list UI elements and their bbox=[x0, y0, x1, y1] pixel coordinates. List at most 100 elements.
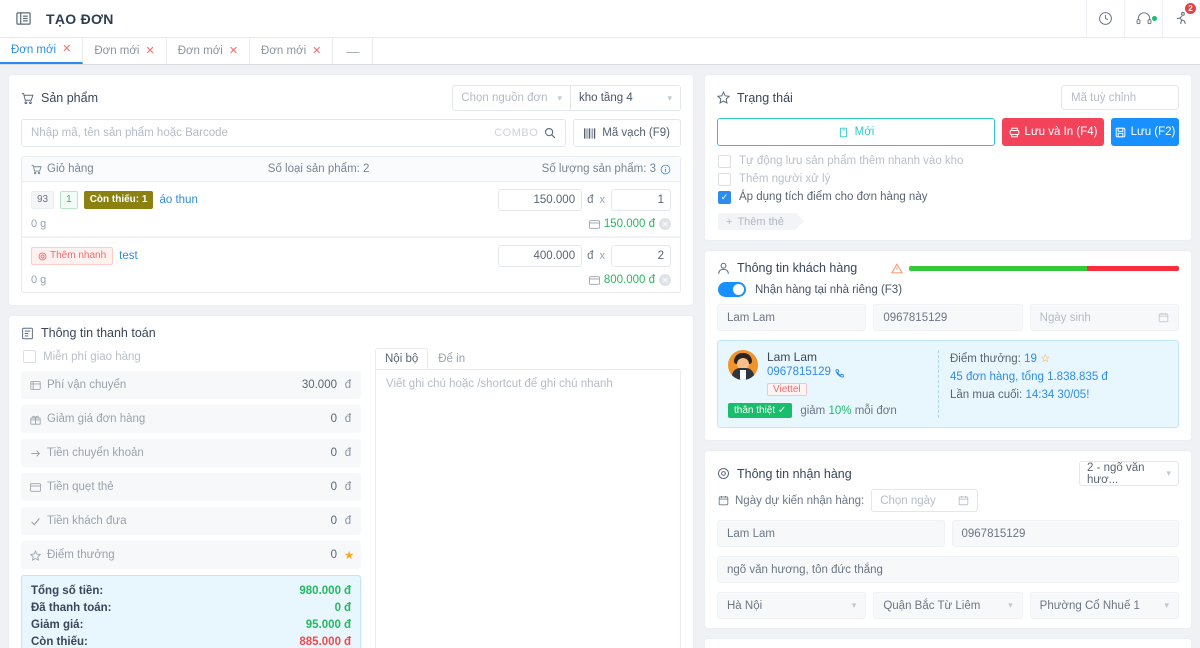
headset-icon[interactable] bbox=[1124, 0, 1162, 38]
receiving-phone-input[interactable]: 0967815129 bbox=[951, 520, 1179, 547]
product-qty-input[interactable] bbox=[611, 189, 671, 211]
receiving-district-select[interactable]: Quận Bắc Từ Liêm ▾ bbox=[873, 592, 1023, 619]
payment-row-value[interactable]: 30.000 bbox=[302, 379, 337, 391]
order-tab-2[interactable]: Đơn mới ✕ bbox=[83, 38, 167, 64]
option-label: Thêm người xử lý bbox=[739, 173, 831, 185]
product-stock-badge: 1 bbox=[60, 191, 78, 209]
payment-row-label: Giảm giá đơn hàng bbox=[47, 413, 146, 425]
customer-card-phone-group[interactable]: 0967815129 bbox=[767, 365, 845, 380]
checkbox[interactable] bbox=[718, 154, 731, 168]
points-label: Điểm thưởng: bbox=[950, 353, 1021, 365]
products-header-selects: Chọn nguồn đơn ▾ kho tầng 4 ▾ bbox=[452, 85, 681, 111]
order-tab-4[interactable]: Đơn mới ✕ bbox=[250, 38, 334, 64]
receiving-ward-select[interactable]: Phường Cổ Nhuế 1 ▾ bbox=[1029, 592, 1179, 619]
expected-date-picker[interactable]: Chọn ngày bbox=[871, 489, 978, 512]
summary-label: Giảm giá: bbox=[31, 619, 84, 631]
add-tag-button[interactable]: + Thêm thẻ bbox=[718, 213, 804, 230]
customer-last-purchase-row: Lần mua cuối: 14:34 30/05! bbox=[950, 386, 1168, 404]
tag-icon bbox=[838, 127, 849, 138]
note-tab-internal[interactable]: Nội bộ bbox=[375, 348, 429, 370]
phone-icon[interactable] bbox=[835, 368, 845, 378]
free-shipping-checkbox-row[interactable]: Miễn phí giao hàng bbox=[23, 350, 361, 363]
order-source-select[interactable]: Chọn nguồn đơn ▾ bbox=[452, 85, 571, 111]
hamburger-menu-icon[interactable] bbox=[0, 11, 46, 26]
order-tab-3[interactable]: Đơn mới ✕ bbox=[166, 38, 251, 64]
product-name-link[interactable]: test bbox=[119, 250, 138, 262]
customer-phone-input[interactable]: 0967815129 bbox=[873, 304, 1023, 331]
payment-row-value[interactable]: 0 bbox=[331, 515, 337, 527]
close-icon[interactable]: ✕ bbox=[145, 45, 154, 57]
status-new-button[interactable]: Mới bbox=[717, 118, 995, 146]
star-icon bbox=[30, 549, 41, 561]
quick-add-label: Thêm nhanh bbox=[50, 250, 107, 261]
home-delivery-toggle-row[interactable]: Nhận hàng tại nhà riêng (F3) bbox=[705, 275, 1191, 304]
summary-unit: đ bbox=[343, 636, 351, 648]
chevron-down-icon: ▾ bbox=[1166, 468, 1171, 478]
discount-suffix: mỗi đơn bbox=[854, 404, 897, 417]
product-search-input[interactable]: Nhập mã, tên sản phẩm hoặc Barcode COMBO bbox=[21, 119, 567, 147]
warehouse-select[interactable]: kho tầng 4 ▾ bbox=[571, 85, 681, 111]
product-name-link[interactable]: áo thun bbox=[159, 194, 197, 206]
payment-row-unit: ★ bbox=[344, 550, 355, 562]
free-shipping-checkbox[interactable] bbox=[23, 350, 36, 363]
runner-icon[interactable]: 2 bbox=[1162, 0, 1200, 38]
main-content: Sản phẩm Chọn nguồn đơn ▾ kho tầng 4 ▾ N… bbox=[0, 65, 1200, 648]
receiving-name-input[interactable]: Lam Lam bbox=[717, 520, 945, 547]
customer-name-input[interactable]: Lam Lam bbox=[717, 304, 867, 331]
payment-row-order-discount[interactable]: Giảm giá đơn hàng 0 đ bbox=[21, 405, 361, 433]
remove-item-icon[interactable]: ✕ bbox=[659, 218, 671, 230]
save-and-print-button[interactable]: Lưu và In (F4) bbox=[1002, 118, 1104, 146]
product-price-input[interactable] bbox=[498, 189, 583, 211]
option-autosave-quick-product[interactable]: Tự động lưu sản phẩm thêm nhanh vào kho bbox=[718, 153, 1179, 169]
option-apply-loyalty-points[interactable]: Áp dụng tích điểm cho đơn hàng này bbox=[718, 189, 1179, 205]
receiving-title: Thông tin nhận hàng bbox=[737, 466, 852, 481]
home-delivery-toggle[interactable] bbox=[718, 282, 746, 297]
barcode-button[interactable]: Mã vạch (F9) bbox=[573, 119, 681, 147]
star-icon: ☆ bbox=[1040, 353, 1051, 365]
close-icon[interactable]: ✕ bbox=[62, 44, 71, 55]
order-tab-1[interactable]: Đơn mới ✕ bbox=[0, 37, 84, 64]
close-icon[interactable]: ✕ bbox=[229, 45, 238, 57]
save-button[interactable]: Lưu (F2) bbox=[1111, 118, 1179, 146]
payment-row-bank-transfer[interactable]: Tiền chuyển khoản 0 đ bbox=[21, 439, 361, 467]
option-add-handler[interactable]: Thêm người xử lý bbox=[718, 171, 1179, 187]
payment-row-shipping-fee[interactable]: Phí vận chuyển 30.000 đ bbox=[21, 371, 361, 399]
address-select[interactable]: 2 - ngõ văn hươ... ▾ bbox=[1079, 461, 1179, 486]
product-price-input[interactable] bbox=[498, 245, 583, 267]
payment-row-customer-paid[interactable]: Tiền khách đưa 0 đ bbox=[21, 507, 361, 535]
checkbox[interactable] bbox=[718, 172, 731, 186]
payment-row-card-swipe[interactable]: Tiền quẹt thẻ 0 đ bbox=[21, 473, 361, 501]
summary-value: 95.000 bbox=[305, 619, 341, 631]
product-types-count: Số loại sản phẩm: 2 bbox=[267, 163, 370, 175]
check-icon bbox=[30, 516, 41, 527]
receiving-street-input[interactable]: ngõ văn hương, tôn đức thắng bbox=[717, 556, 1179, 583]
search-icon[interactable] bbox=[544, 127, 556, 139]
payment-row-value[interactable]: 0 bbox=[331, 481, 337, 493]
note-tab-print[interactable]: Để in bbox=[428, 348, 475, 370]
payment-row-reward-points[interactable]: Điểm thưởng 0 ★ bbox=[21, 541, 361, 569]
remove-item-icon[interactable]: ✕ bbox=[659, 274, 671, 286]
payment-row-value[interactable]: 0 bbox=[331, 413, 337, 425]
customer-birthday-input[interactable]: Ngày sinh bbox=[1029, 304, 1179, 331]
receiving-city-select[interactable]: Hà Nội ▾ bbox=[717, 592, 867, 619]
close-icon[interactable]: ✕ bbox=[312, 45, 321, 57]
product-qty-count: Số lượng sản phẩm: 3 bbox=[541, 163, 656, 175]
checkbox[interactable] bbox=[718, 190, 731, 204]
expected-date-row: Ngày dự kiến nhận hàng: Chọn ngày bbox=[705, 486, 1191, 520]
last-buy-value: 14:34 30/05! bbox=[1025, 389, 1090, 401]
note-textarea[interactable]: Viết ghi chú hoặc /shortcut để ghi chú n… bbox=[375, 369, 681, 648]
customer-detail-left: Lam Lam 0967815129 Viettel thân thiệt ✓ … bbox=[728, 350, 938, 418]
custom-code-input[interactable]: Mã tuỳ chỉnh bbox=[1061, 85, 1179, 110]
payment-row-value[interactable]: 0 bbox=[331, 549, 337, 561]
clock-icon[interactable] bbox=[1086, 0, 1124, 38]
order-tab-label: Đơn mới bbox=[261, 45, 307, 57]
product-weight: 0 g bbox=[31, 274, 47, 286]
customer-progress bbox=[891, 262, 1179, 274]
minimize-tabs-button[interactable]: — bbox=[333, 38, 374, 64]
expected-date-label-group: Ngày dự kiến nhận hàng: bbox=[718, 495, 864, 507]
info-icon[interactable] bbox=[660, 164, 671, 175]
receiving-header: Thông tin nhận hàng 2 - ngõ văn hươ... ▾ bbox=[705, 451, 1191, 486]
product-qty-input[interactable] bbox=[611, 245, 671, 267]
payment-row-value[interactable]: 0 bbox=[331, 447, 337, 459]
cart-container: Giỏ hàng Số loại sản phẩm: 2 Số lượng sả… bbox=[21, 156, 681, 293]
